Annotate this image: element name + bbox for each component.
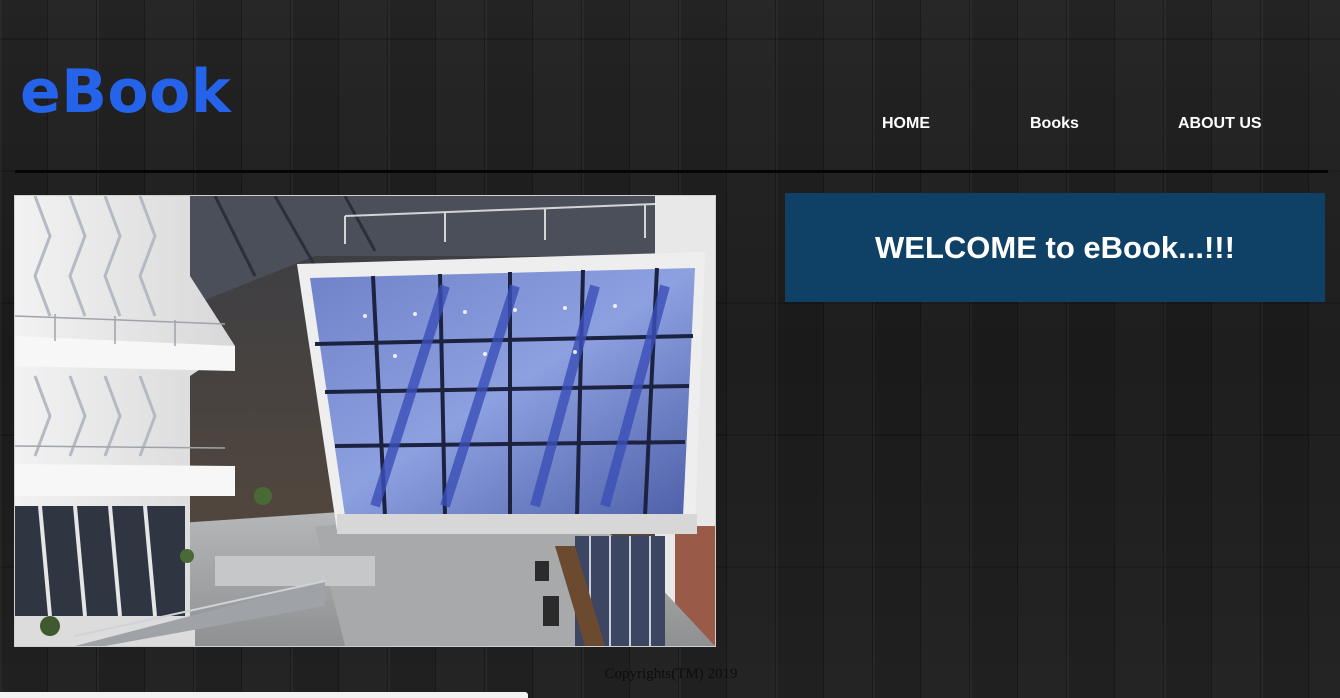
header-divider xyxy=(15,170,1328,173)
nav-home-link[interactable]: HOME xyxy=(882,114,930,134)
welcome-title: WELCOME to eBook...!!! xyxy=(875,229,1235,265)
main-nav: HOME Books ABOUT US xyxy=(0,114,1340,134)
nav-about-us-link[interactable]: ABOUT US xyxy=(1178,114,1262,134)
copyright-text: Copyrights(TM) 2019 xyxy=(604,666,738,682)
hero-building-image xyxy=(14,195,716,647)
welcome-banner: WELCOME to eBook...!!! xyxy=(785,193,1325,302)
footer-copyright: Copyrights(TM) 2019 xyxy=(0,666,1340,683)
bottom-scrollbar[interactable] xyxy=(0,692,528,698)
nav-books-link[interactable]: Books xyxy=(1030,114,1079,134)
